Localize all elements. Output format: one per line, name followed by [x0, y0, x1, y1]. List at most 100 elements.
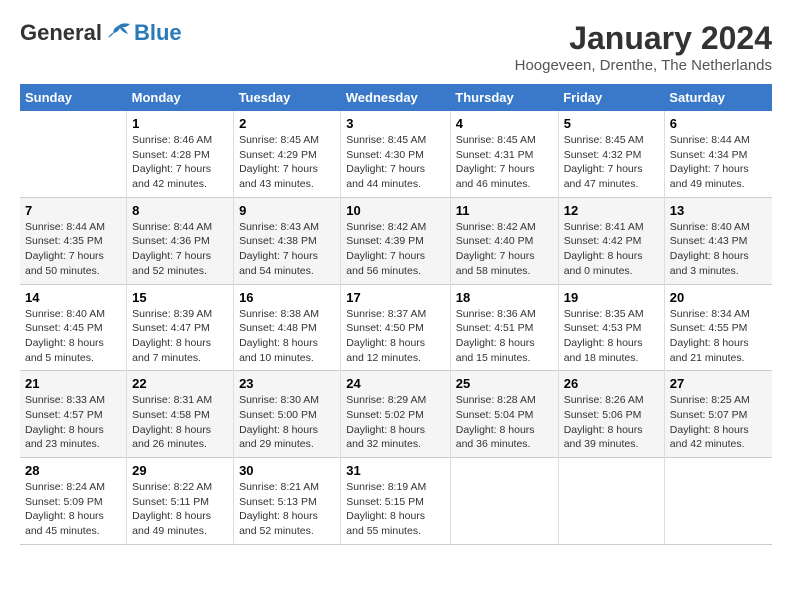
day-number: 25 [456, 376, 553, 391]
day-number: 31 [346, 463, 444, 478]
day-info: Sunrise: 8:30 AMSunset: 5:00 PMDaylight:… [239, 393, 335, 452]
calendar-cell: 2Sunrise: 8:45 AMSunset: 4:29 PMDaylight… [234, 111, 341, 197]
calendar-cell [20, 111, 127, 197]
logo: General Blue [20, 20, 182, 46]
calendar-cell: 15 Sunrise: 8:39 AMSunset: 4:47 PMDayligh… [127, 284, 234, 371]
day-number: 8 [132, 203, 228, 218]
day-info: Sunrise: 8:40 AMSunset: 4:43 PMDaylight:… [670, 220, 767, 279]
day-number: 15 [132, 290, 228, 305]
day-info: Sunrise: 8:45 AMSunset: 4:30 PMDaylight:… [346, 133, 444, 192]
weekday-header-sunday: Sunday [20, 84, 127, 111]
calendar-cell: 21 Sunrise: 8:33 AMSunset: 4:57 PMDayligh… [20, 371, 127, 458]
day-number: 6 [670, 116, 767, 131]
day-info: Sunrise: 8:29 AMSunset: 5:02 PMDaylight:… [346, 393, 444, 452]
day-info: Sunrise: 8:40 AMSunset: 4:45 PMDaylight:… [25, 307, 121, 366]
calendar-cell: 5Sunrise: 8:45 AMSunset: 4:32 PMDaylight… [558, 111, 664, 197]
day-info: Sunrise: 8:39 AMSunset: 4:47 PMDaylight:… [132, 307, 228, 366]
weekday-header-friday: Friday [558, 84, 664, 111]
week-row-0: 1 Sunrise: 8:46 AMSunset: 4:28 PMDaylight… [20, 111, 772, 197]
weekday-header-saturday: Saturday [664, 84, 772, 111]
calendar-cell: 14 Sunrise: 8:40 AMSunset: 4:45 PMDayligh… [20, 284, 127, 371]
day-info: Sunrise: 8:42 AMSunset: 4:39 PMDaylight:… [346, 220, 444, 279]
weekday-header-monday: Monday [127, 84, 234, 111]
calendar-cell [450, 458, 558, 545]
calendar-cell [664, 458, 772, 545]
day-info: Sunrise: 8:19 AMSunset: 5:15 PMDaylight:… [346, 480, 444, 539]
day-info: Sunrise: 8:45 AMSunset: 4:29 PMDaylight:… [239, 133, 335, 192]
calendar-cell: 12Sunrise: 8:41 AMSunset: 4:42 PMDayligh… [558, 197, 664, 284]
calendar-cell: 22 Sunrise: 8:31 AMSunset: 4:58 PMDayligh… [127, 371, 234, 458]
calendar-cell: 26 Sunrise: 8:26 AMSunset: 5:06 PMDayligh… [558, 371, 664, 458]
day-info: Sunrise: 8:22 AMSunset: 5:11 PMDaylight:… [132, 480, 228, 539]
calendar-cell: 6Sunrise: 8:44 AMSunset: 4:34 PMDaylight… [664, 111, 772, 197]
calendar-cell: 10Sunrise: 8:42 AMSunset: 4:39 PMDayligh… [341, 197, 450, 284]
day-info: Sunrise: 8:21 AMSunset: 5:13 PMDaylight:… [239, 480, 335, 539]
day-number: 26 [564, 376, 659, 391]
calendar-cell: 13 Sunrise: 8:40 AMSunset: 4:43 PMDayligh… [664, 197, 772, 284]
day-info: Sunrise: 8:36 AMSunset: 4:51 PMDaylight:… [456, 307, 553, 366]
day-info: Sunrise: 8:33 AMSunset: 4:57 PMDaylight:… [25, 393, 121, 452]
day-info: Sunrise: 8:28 AMSunset: 5:04 PMDaylight:… [456, 393, 553, 452]
location: Hoogeveen, Drenthe, The Netherlands [515, 57, 772, 74]
day-info: Sunrise: 8:35 AMSunset: 4:53 PMDaylight:… [564, 307, 659, 366]
title-block: January 2024 Hoogeveen, Drenthe, The Net… [515, 20, 772, 74]
calendar-cell: 7Sunrise: 8:44 AMSunset: 4:35 PMDaylight… [20, 197, 127, 284]
week-row-1: 7Sunrise: 8:44 AMSunset: 4:35 PMDaylight… [20, 197, 772, 284]
calendar-cell: 29 Sunrise: 8:22 AMSunset: 5:11 PMDayligh… [127, 458, 234, 545]
day-info: Sunrise: 8:38 AMSunset: 4:48 PMDaylight:… [239, 307, 335, 366]
weekday-header-thursday: Thursday [450, 84, 558, 111]
day-number: 28 [25, 463, 121, 478]
day-number: 17 [346, 290, 444, 305]
day-info: Sunrise: 8:34 AMSunset: 4:55 PMDaylight:… [670, 307, 767, 366]
week-row-4: 28 Sunrise: 8:24 AMSunset: 5:09 PMDayligh… [20, 458, 772, 545]
weekday-header-wednesday: Wednesday [341, 84, 450, 111]
calendar-cell: 19 Sunrise: 8:35 AMSunset: 4:53 PMDayligh… [558, 284, 664, 371]
logo-blue: Blue [134, 20, 182, 46]
day-number: 20 [670, 290, 767, 305]
day-number: 5 [564, 116, 659, 131]
weekday-header-row: SundayMondayTuesdayWednesdayThursdayFrid… [20, 84, 772, 111]
day-number: 9 [239, 203, 335, 218]
day-number: 21 [25, 376, 121, 391]
day-number: 19 [564, 290, 659, 305]
day-number: 23 [239, 376, 335, 391]
calendar-table: SundayMondayTuesdayWednesdayThursdayFrid… [20, 84, 772, 545]
week-row-3: 21 Sunrise: 8:33 AMSunset: 4:57 PMDayligh… [20, 371, 772, 458]
day-info: Sunrise: 8:31 AMSunset: 4:58 PMDaylight:… [132, 393, 228, 452]
day-info: Sunrise: 8:25 AMSunset: 5:07 PMDaylight:… [670, 393, 767, 452]
calendar-cell: 17 Sunrise: 8:37 AMSunset: 4:50 PMDayligh… [341, 284, 450, 371]
day-info: Sunrise: 8:46 AMSunset: 4:28 PMDaylight:… [132, 133, 228, 192]
day-info: Sunrise: 8:24 AMSunset: 5:09 PMDaylight:… [25, 480, 121, 539]
day-info: Sunrise: 8:42 AMSunset: 4:40 PMDaylight:… [456, 220, 553, 279]
month-title: January 2024 [515, 20, 772, 57]
logo-general: General [20, 20, 102, 46]
calendar-cell: 30 Sunrise: 8:21 AMSunset: 5:13 PMDayligh… [234, 458, 341, 545]
day-number: 13 [670, 203, 767, 218]
calendar-cell: 16Sunrise: 8:38 AMSunset: 4:48 PMDayligh… [234, 284, 341, 371]
calendar-cell: 31 Sunrise: 8:19 AMSunset: 5:15 PMDayligh… [341, 458, 450, 545]
week-row-2: 14 Sunrise: 8:40 AMSunset: 4:45 PMDayligh… [20, 284, 772, 371]
day-info: Sunrise: 8:45 AMSunset: 4:31 PMDaylight:… [456, 133, 553, 192]
day-number: 22 [132, 376, 228, 391]
calendar-cell: 4Sunrise: 8:45 AMSunset: 4:31 PMDaylight… [450, 111, 558, 197]
logo-bird-icon [104, 22, 132, 44]
day-info: Sunrise: 8:41 AMSunset: 4:42 PMDaylight:… [564, 220, 659, 279]
day-number: 14 [25, 290, 121, 305]
day-number: 27 [670, 376, 767, 391]
day-number: 1 [132, 116, 228, 131]
day-number: 7 [25, 203, 121, 218]
day-number: 11 [456, 203, 553, 218]
calendar-cell: 9 Sunrise: 8:43 AMSunset: 4:38 PMDaylight… [234, 197, 341, 284]
day-number: 30 [239, 463, 335, 478]
day-info: Sunrise: 8:43 AMSunset: 4:38 PMDaylight:… [239, 220, 335, 279]
day-number: 18 [456, 290, 553, 305]
calendar-cell: 23 Sunrise: 8:30 AMSunset: 5:00 PMDayligh… [234, 371, 341, 458]
calendar-cell: 11 Sunrise: 8:42 AMSunset: 4:40 PMDayligh… [450, 197, 558, 284]
day-number: 29 [132, 463, 228, 478]
page-header: General Blue January 2024 Hoogeveen, Dre… [20, 20, 772, 74]
calendar-cell: 3Sunrise: 8:45 AMSunset: 4:30 PMDaylight… [341, 111, 450, 197]
day-info: Sunrise: 8:44 AMSunset: 4:36 PMDaylight:… [132, 220, 228, 279]
calendar-cell: 25 Sunrise: 8:28 AMSunset: 5:04 PMDayligh… [450, 371, 558, 458]
day-info: Sunrise: 8:37 AMSunset: 4:50 PMDaylight:… [346, 307, 444, 366]
day-info: Sunrise: 8:26 AMSunset: 5:06 PMDaylight:… [564, 393, 659, 452]
